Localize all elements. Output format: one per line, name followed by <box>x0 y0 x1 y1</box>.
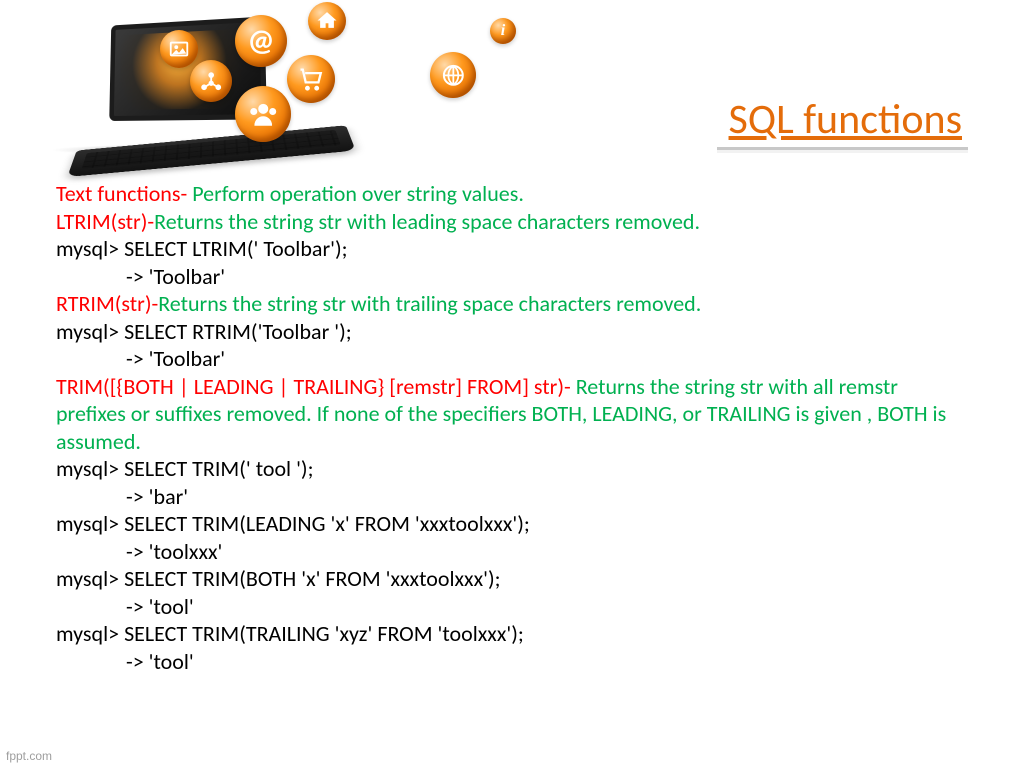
label-ltrim: LTRIM(str)- <box>56 208 154 235</box>
home-icon <box>308 2 346 40</box>
code-rtrim-result: -> 'Toolbar' <box>56 345 968 373</box>
slide-title: SQL functions <box>717 94 968 150</box>
code-trim1-query: mysql> SELECT TRIM(' tool '); <box>56 455 968 483</box>
line-rtrim: RTRIM(str)-Returns the string str with t… <box>56 290 968 318</box>
laptop-graphic: @ i <box>40 0 400 180</box>
desc-rtrim: Returns the string str with trailing spa… <box>158 290 701 317</box>
line-trim: TRIM([{BOTH | LEADING | TRAILING} [remst… <box>56 373 968 456</box>
code-trim1-result: -> 'bar' <box>56 483 968 511</box>
code-trim4-query: mysql> SELECT TRIM(TRAILING 'xyz' FROM '… <box>56 620 968 648</box>
line-ltrim: LTRIM(str)-Returns the string str with l… <box>56 208 968 236</box>
code-trim2-query: mysql> SELECT TRIM(LEADING 'x' FROM 'xxx… <box>56 510 968 538</box>
image-icon <box>160 30 198 68</box>
network-icon <box>190 60 232 102</box>
at-icon: @ <box>235 15 287 67</box>
people-icon <box>235 86 291 142</box>
info-icon: i <box>490 18 516 44</box>
code-trim3-query: mysql> SELECT TRIM(BOTH 'x' FROM 'xxxtoo… <box>56 565 968 593</box>
code-ltrim-query: mysql> SELECT LTRIM(' Toolbar'); <box>56 235 968 263</box>
cart-icon <box>287 55 335 103</box>
code-ltrim-result: -> 'Toolbar' <box>56 263 968 291</box>
watermark: fppt.com <box>6 749 52 764</box>
laptop-keyboard <box>67 125 356 177</box>
code-trim2-result: -> 'toolxxx' <box>56 538 968 566</box>
code-trim4-result: -> 'tool' <box>56 648 968 676</box>
slide-title-link[interactable]: SQL functions <box>729 94 962 145</box>
code-rtrim-query: mysql> SELECT RTRIM('Toolbar '); <box>56 318 968 346</box>
code-trim3-result: -> 'tool' <box>56 593 968 621</box>
desc-text-functions: Perform operation over string values. <box>187 180 524 207</box>
line-text-functions: Text functions- Perform operation over s… <box>56 180 968 208</box>
label-text-functions: Text functions- <box>56 180 187 207</box>
label-rtrim: RTRIM(str)- <box>56 290 158 317</box>
desc-ltrim: Returns the string str with leading spac… <box>154 208 700 235</box>
slide-body: Text functions- Perform operation over s… <box>56 180 968 675</box>
globe-icon <box>430 52 476 98</box>
label-trim: TRIM([{BOTH | LEADING | TRAILING} [remst… <box>56 373 571 400</box>
